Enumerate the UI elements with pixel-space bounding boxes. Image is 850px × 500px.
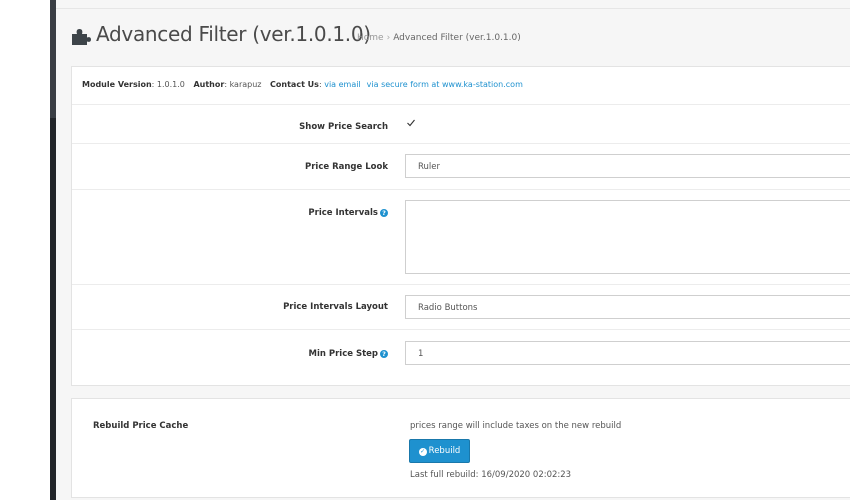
row-divider [72,284,850,285]
main-content: Advanced Filter (ver.1.0.1.0) Home › Advan… [56,0,850,500]
help-icon[interactable]: ? [380,209,388,217]
row-divider [72,189,850,190]
help-icon[interactable]: ? [380,350,388,358]
rebuild-note: prices range will include taxes on the n… [410,421,622,431]
rebuild-button-label: Rebuild [428,446,461,456]
row-divider [72,104,850,105]
contact-email-link[interactable]: via email [324,80,360,89]
price-intervals-label: Price Intervals? [308,208,388,218]
price-range-look-label: Price Range Look [305,162,388,172]
show-price-search-label: Show Price Search [299,122,388,132]
settings-panel: Module Version: 1.0.1.0 Author: karapuz … [71,66,850,386]
page-header: Advanced Filter (ver.1.0.1.0) Home › Advan… [56,8,850,59]
last-rebuild-text: Last full rebuild: 16/09/2020 02:02:23 [410,470,572,480]
rebuild-price-cache-label: Rebuild Price Cache [93,421,189,431]
row-divider [72,329,850,330]
show-price-search-checkbox[interactable] [406,118,416,128]
rebuild-button[interactable]: ✓ Rebuild [409,439,470,463]
author-value: karapuz [229,80,262,89]
rebuild-panel: Rebuild Price Cache prices range will in… [71,398,850,498]
contact-label: Contact Us [270,80,319,89]
breadcrumb-home-link[interactable]: Home [357,33,384,43]
price-intervals-textarea[interactable] [405,200,850,274]
puzzle-icon [72,29,91,45]
module-info: Module Version: 1.0.1.0 Author: karapuz … [82,80,523,89]
module-version-value: 1.0.1.0 [156,80,185,89]
row-divider [72,143,850,144]
author-label: Author [193,80,225,89]
min-price-step-input[interactable]: 1 [405,341,850,365]
breadcrumb: Home › Advanced Filter (ver.1.0.1.0) [357,33,521,43]
page-title: Advanced Filter (ver.1.0.1.0) [96,22,371,46]
breadcrumb-separator: › [386,33,391,43]
min-price-step-label: Min Price Step? [308,349,388,359]
breadcrumb-current[interactable]: Advanced Filter (ver.1.0.1.0) [393,33,521,43]
contact-form-link[interactable]: via secure form at www.ka-station.com [367,80,523,89]
check-circle-icon: ✓ [418,448,427,456]
price-range-look-select[interactable]: Ruler [405,154,850,178]
module-version-label: Module Version [82,80,152,89]
price-intervals-layout-label: Price Intervals Layout [283,302,388,312]
price-intervals-layout-select[interactable]: Radio Buttons [405,295,850,319]
